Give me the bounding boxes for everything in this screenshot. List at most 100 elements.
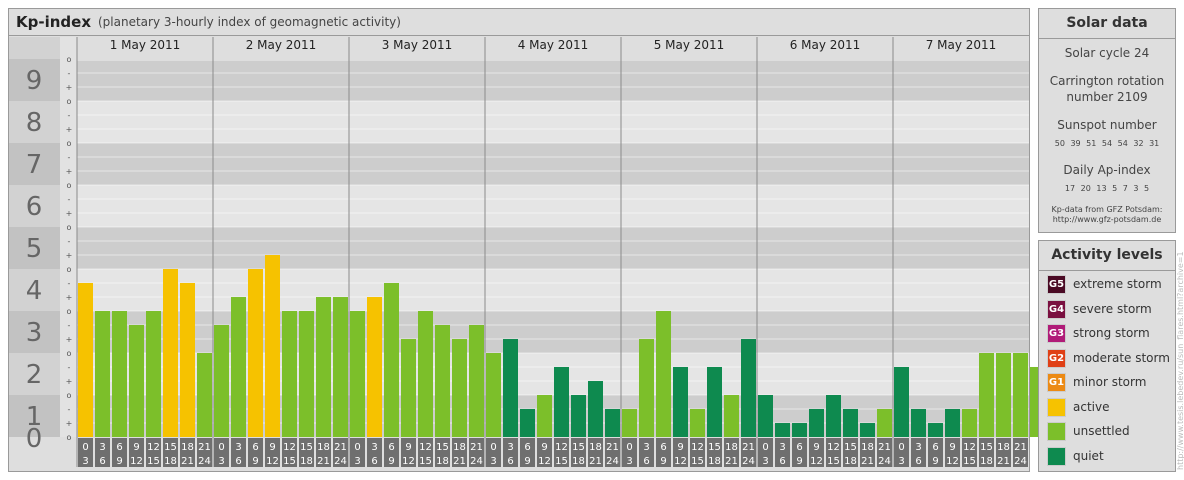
interval-end-label: 3 [898, 456, 904, 467]
minor-tick-label: + [66, 167, 73, 176]
credit-link[interactable]: http://www.gfz-potsdam.de [1039, 215, 1175, 225]
interval-start-label: 15 [708, 442, 721, 453]
interval-start-label: 21 [606, 442, 619, 453]
interval-start-label: 12 [419, 442, 432, 453]
interval-start-label: 15 [572, 442, 585, 453]
kp-bar [707, 366, 722, 437]
interval-start-label: 0 [898, 442, 904, 453]
interval-end-label: 24 [198, 456, 211, 467]
kp-bar [350, 311, 365, 437]
interval-end-label: 9 [116, 456, 122, 467]
minor-tick-label: o [67, 223, 72, 232]
kp-bar [673, 366, 688, 437]
interval-start-label: 3 [235, 442, 241, 453]
interval-start-label: 18 [317, 442, 330, 453]
minor-tick-label: - [68, 279, 71, 288]
kp-bar [894, 366, 909, 437]
day-label: 2 May 2011 [246, 38, 317, 52]
interval-start-label: 18 [453, 442, 466, 453]
interval-start-label: 12 [555, 442, 568, 453]
interval-end-label: 9 [660, 456, 666, 467]
carrington-line1: Carrington rotation [1049, 74, 1165, 88]
kp-bar [656, 311, 671, 437]
interval-end-label: 6 [507, 456, 513, 467]
kp-bar [724, 395, 739, 437]
interval-start-label: 18 [997, 442, 1010, 453]
interval-start-label: 18 [181, 442, 194, 453]
interval-end-label: 9 [388, 456, 394, 467]
minor-tick-label: - [68, 321, 71, 330]
interval-end-label: 9 [252, 456, 258, 467]
interval-start-label: 21 [334, 442, 347, 453]
minor-tick-label: - [68, 111, 71, 120]
day-label: 5 May 2011 [654, 38, 725, 52]
kp-bar [452, 339, 467, 437]
interval-end-label: 9 [796, 456, 802, 467]
kp-bar [1013, 353, 1028, 437]
minor-tick-label: + [66, 293, 73, 302]
y-tick-label: 8 [26, 108, 43, 138]
interval-start-label: 3 [371, 442, 377, 453]
y-tick-label: 5 [26, 234, 43, 264]
interval-end-label: 24 [742, 456, 755, 467]
y-tick-label: 6 [26, 192, 43, 222]
interval-end-label: 18 [436, 456, 449, 467]
legend-label: quiet [1073, 448, 1104, 463]
interval-end-label: 12 [130, 456, 143, 467]
interval-start-label: 9 [405, 442, 411, 453]
interval-start-label: 0 [626, 442, 632, 453]
minor-tick-label: o [67, 97, 72, 106]
kp-bar [979, 353, 994, 437]
interval-start-label: 9 [269, 442, 275, 453]
minor-tick-label: - [68, 195, 71, 204]
minor-tick-label: o [67, 349, 72, 358]
kp-bar [231, 297, 246, 437]
interval-end-label: 18 [844, 456, 857, 467]
minor-tick-label: + [66, 83, 73, 92]
interval-end-label: 3 [354, 456, 360, 467]
interval-end-label: 15 [419, 456, 432, 467]
interval-end-label: 24 [606, 456, 619, 467]
legend-label: strong storm [1073, 326, 1150, 340]
minor-tick-label: o [67, 181, 72, 190]
interval-start-label: 21 [470, 442, 483, 453]
kp-bar [928, 423, 943, 437]
interval-end-label: 15 [555, 456, 568, 467]
kp-bar [163, 269, 178, 437]
minor-tick-label: - [68, 237, 71, 246]
kp-bar [605, 408, 620, 437]
legend-swatch: G5 [1047, 275, 1066, 294]
kp-bar [588, 381, 603, 437]
interval-start-label: 9 [677, 442, 683, 453]
interval-end-label: 15 [963, 456, 976, 467]
interval-start-label: 6 [660, 442, 666, 453]
credit-line1: Kp-data from GFZ Potsdam: [1051, 205, 1163, 214]
legend-label: unsettled [1073, 424, 1130, 438]
interval-end-label: 6 [235, 456, 241, 467]
interval-end-label: 15 [827, 456, 840, 467]
minor-tick-label: + [66, 251, 73, 260]
kp-bar [503, 339, 518, 437]
interval-start-label: 15 [980, 442, 993, 453]
legend-label: severe storm [1073, 301, 1152, 316]
interval-end-label: 21 [997, 456, 1010, 467]
interval-start-label: 9 [133, 442, 139, 453]
plot-band [77, 185, 1029, 227]
interval-start-label: 12 [963, 442, 976, 453]
kp-bar [112, 311, 127, 437]
interval-end-label: 9 [932, 456, 938, 467]
kp-bar [401, 339, 416, 437]
kp-bar [860, 423, 875, 437]
kp-bar [554, 366, 569, 437]
interval-end-label: 18 [572, 456, 585, 467]
carrington-line2: number 2109 [1066, 90, 1148, 104]
kp-bar [809, 408, 824, 437]
day-label: 6 May 2011 [790, 38, 861, 52]
interval-end-label: 3 [626, 456, 632, 467]
minor-tick-label: o [67, 433, 72, 442]
y-tick-label: 1 [26, 402, 43, 432]
kp-bar [877, 408, 892, 437]
kp-bar [435, 324, 450, 437]
interval-start-label: 3 [779, 442, 785, 453]
plot-band [77, 227, 1029, 269]
